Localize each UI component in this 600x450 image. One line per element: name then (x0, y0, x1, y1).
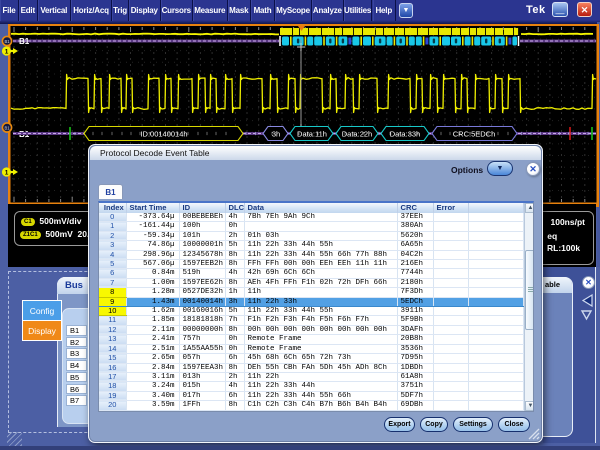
svg-text:3h: 3h (272, 129, 280, 138)
svg-text:Data:11h: Data:11h (297, 129, 327, 138)
svg-text:B1: B1 (19, 37, 30, 46)
svg-text:1: 1 (5, 169, 9, 176)
svg-text:B1: B1 (4, 39, 10, 44)
svg-text:1: 1 (5, 48, 9, 55)
svg-text:B1: B1 (4, 126, 10, 131)
svg-text:ID:00140014h: ID:00140014h (140, 129, 187, 138)
svg-text:Data:33h: Data:33h (390, 129, 420, 138)
svg-text:CRC:5EDCh: CRC:5EDCh (453, 129, 496, 138)
svg-text:Data:22h: Data:22h (342, 129, 372, 138)
